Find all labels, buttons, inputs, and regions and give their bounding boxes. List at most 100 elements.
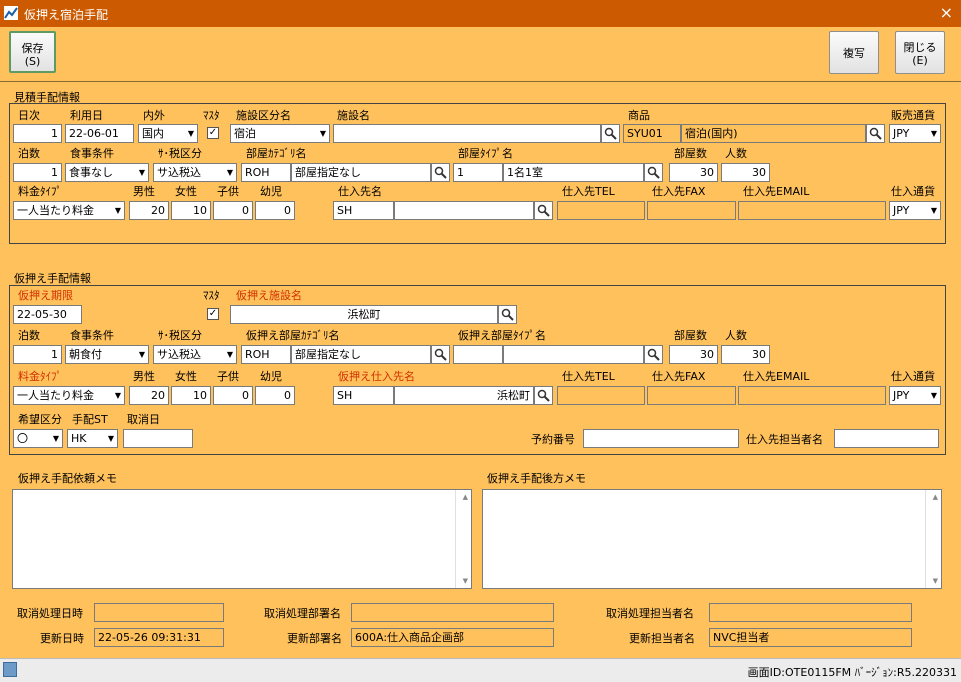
supplier-label: 仕入先名: [338, 185, 382, 198]
sales-currency-select[interactable]: JPY ▼: [889, 124, 941, 143]
masuta-checkbox[interactable]: ✓: [207, 127, 219, 139]
facility-search-icon[interactable]: [601, 124, 620, 143]
meal-select[interactable]: 食事なし ▼: [65, 163, 149, 182]
k-rooms-field[interactable]: 30: [669, 345, 718, 364]
female-field[interactable]: 10: [171, 201, 211, 220]
scrollbar[interactable]: ▲ ▼: [455, 490, 471, 588]
purchase-currency-value: JPY: [893, 204, 910, 217]
k-purchase-currency-select[interactable]: JPY ▼: [889, 386, 941, 405]
nights-label: 泊数: [18, 147, 40, 160]
update-dept-field: 600A:仕入商品企画部: [351, 628, 554, 647]
k-room-category-name-field[interactable]: 部屋指定なし: [291, 345, 431, 364]
k-room-type-code-field[interactable]: [453, 345, 503, 364]
k-people-field[interactable]: 30: [721, 345, 770, 364]
facility-name-field[interactable]: [333, 124, 601, 143]
room-type-search-icon[interactable]: [644, 163, 663, 182]
k-room-category-code-field[interactable]: ROH: [241, 345, 291, 364]
arrange-st-select[interactable]: HK ▼: [67, 429, 118, 448]
product-search-icon[interactable]: [866, 124, 885, 143]
k-rate-type-label: 料金ﾀｲﾌﾟ: [18, 370, 62, 383]
supplier-staff-field[interactable]: [834, 429, 939, 448]
facility-type-label: 施設区分名: [236, 109, 291, 122]
close-button[interactable]: 閉じる (E): [895, 31, 945, 74]
naigai-select[interactable]: 国内 ▼: [138, 124, 198, 143]
chevron-down-icon: ▼: [226, 168, 233, 177]
room-category-search-icon[interactable]: [431, 163, 450, 182]
naigai-value: 国内: [142, 127, 164, 140]
people-field[interactable]: 30: [721, 163, 770, 182]
chevron-down-icon: ▼: [930, 129, 937, 138]
k-room-type-search-icon[interactable]: [644, 345, 663, 364]
cancel-dept-field: [351, 603, 554, 622]
rate-type-select[interactable]: 一人当たり料金 ▼: [13, 201, 125, 220]
room-category-name-field[interactable]: 部屋指定なし: [291, 163, 431, 182]
k-rate-type-select[interactable]: 一人当たり料金 ▼: [13, 386, 125, 405]
day-field[interactable]: 1: [13, 124, 62, 143]
male-label: 男性: [133, 185, 155, 198]
supplier-code-field[interactable]: SH: [333, 201, 394, 220]
rate-type-label: 料金ﾀｲﾌﾟ: [18, 185, 62, 198]
close-icon[interactable]: ×: [940, 3, 953, 22]
k-supplier-tel-field: [557, 386, 645, 405]
k-purchase-currency-label: 仕入通貨: [891, 370, 935, 383]
k-meal-select[interactable]: 朝食付 ▼: [65, 345, 149, 364]
request-memo-textarea[interactable]: ▲ ▼: [12, 489, 472, 589]
facility-type-select[interactable]: 宿泊 ▼: [230, 124, 330, 143]
k-supplier-code-field[interactable]: SH: [333, 386, 394, 405]
purchase-currency-select[interactable]: JPY ▼: [889, 201, 941, 220]
app-icon: [4, 6, 18, 20]
supplier-fax-label: 仕入先FAX: [652, 185, 706, 198]
k-male-field[interactable]: 20: [129, 386, 169, 405]
document-icon: [3, 662, 17, 677]
request-class-select[interactable]: 〇 ▼: [13, 429, 63, 448]
k-facility-name-field[interactable]: 浜松町: [230, 305, 498, 324]
supplier-search-icon[interactable]: [534, 201, 553, 220]
deadline-field[interactable]: 22-05-30: [13, 305, 82, 324]
k-people-label: 人数: [725, 329, 747, 342]
window-title: 仮押え宿泊手配: [24, 8, 109, 22]
k-infant-field[interactable]: 0: [255, 386, 295, 405]
service-tax-select[interactable]: サ込税込 ▼: [153, 163, 237, 182]
room-type-name-field[interactable]: 1名1室: [503, 163, 644, 182]
scroll-down-icon[interactable]: ▼: [933, 577, 938, 585]
deadline-label: 仮押え期限: [18, 289, 73, 302]
use-date-field[interactable]: 22-06-01: [65, 124, 134, 143]
scroll-up-icon[interactable]: ▲: [933, 493, 938, 501]
k-nights-field[interactable]: 1: [13, 345, 62, 364]
supplier-staff-label: 仕入先担当者名: [746, 433, 823, 446]
k-supplier-search-icon[interactable]: [534, 386, 553, 405]
scroll-down-icon[interactable]: ▼: [463, 577, 468, 585]
supplier-name-field[interactable]: [394, 201, 534, 220]
chevron-down-icon: ▼: [187, 129, 194, 138]
copy-button[interactable]: 複写: [829, 31, 879, 74]
reservation-no-field[interactable]: [583, 429, 739, 448]
close-button-label: 閉じる: [903, 41, 937, 54]
cancel-date-field[interactable]: [123, 429, 193, 448]
save-button[interactable]: 保存 (S): [9, 31, 56, 73]
k-child-field[interactable]: 0: [213, 386, 253, 405]
infant-field[interactable]: 0: [255, 201, 295, 220]
nights-field[interactable]: 1: [13, 163, 62, 182]
k-service-tax-select[interactable]: サ込税込 ▼: [153, 345, 237, 364]
supplier-tel-field: [557, 201, 645, 220]
cancel-date-label: 取消日: [127, 413, 160, 426]
masuta-label: ﾏｽﾀ: [203, 109, 220, 122]
k-child-label: 子供: [217, 370, 239, 383]
after-memo-textarea[interactable]: ▲ ▼: [482, 489, 942, 589]
k-room-type-name-field[interactable]: [503, 345, 644, 364]
scrollbar[interactable]: ▲ ▼: [925, 490, 941, 588]
k-room-type-label: 仮押え部屋ﾀｲﾌﾟ名: [458, 329, 546, 342]
male-field[interactable]: 20: [129, 201, 169, 220]
k-facility-search-icon[interactable]: [498, 305, 517, 324]
k-masuta-checkbox[interactable]: ✓: [207, 308, 219, 320]
scroll-up-icon[interactable]: ▲: [463, 493, 468, 501]
room-type-label: 部屋ﾀｲﾌﾟ名: [458, 147, 513, 160]
child-field[interactable]: 0: [213, 201, 253, 220]
rooms-field[interactable]: 30: [669, 163, 718, 182]
k-room-category-search-icon[interactable]: [431, 345, 450, 364]
kariosae-section-title: 仮押え手配情報: [14, 272, 91, 285]
k-supplier-name-field[interactable]: 浜松町: [394, 386, 534, 405]
k-female-field[interactable]: 10: [171, 386, 211, 405]
room-type-code-field[interactable]: 1: [453, 163, 503, 182]
room-category-code-field[interactable]: ROH: [241, 163, 291, 182]
